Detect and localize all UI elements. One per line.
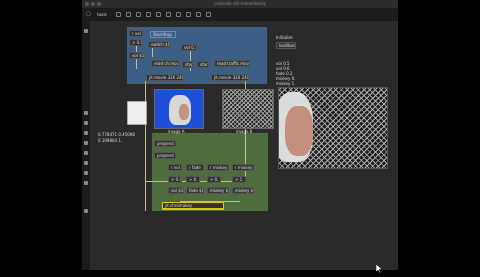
- chromakey-outlet-bar: [162, 208, 224, 210]
- sidebar-audio-icon[interactable]: [84, 151, 88, 155]
- init-message-list: vol 0.5 vol 0.6 fade 0.2 mixkey 0. mixke…: [276, 61, 295, 86]
- jit-movie-a[interactable]: jit.movie 320 240: [146, 74, 184, 81]
- toolbar: ▢ tools: [82, 8, 398, 22]
- number-mixkey-2[interactable]: > 1.: [232, 176, 246, 183]
- sidebar-settings-icon[interactable]: [84, 181, 88, 185]
- new-object-icon[interactable]: [126, 12, 131, 17]
- read-traffic-mov-message[interactable]: read traffic.mov: [214, 60, 250, 67]
- image-b-preview: [222, 89, 274, 129]
- read-ch-mov-message[interactable]: read ch.mov: [151, 60, 179, 67]
- receive-mixkey-1[interactable]: r mixkey: [207, 164, 229, 171]
- number-box[interactable]: > 0.00: [129, 39, 143, 46]
- slider-icon[interactable]: [176, 12, 181, 17]
- loadbang-object[interactable]: loadbang: [276, 42, 296, 49]
- comment-icon[interactable]: [136, 12, 141, 17]
- jit-movie-b[interactable]: jit.movie 320 240: [211, 74, 249, 81]
- sidebar-console-icon[interactable]: [84, 161, 88, 165]
- stop-message[interactable]: stop: [182, 61, 194, 68]
- patcher-window: controlla villi-immediately ▢ tools r vo…: [82, 0, 398, 270]
- title-bar: controlla villi-immediately: [82, 0, 398, 8]
- toggle-icon[interactable]: [166, 12, 171, 17]
- start-message[interactable]: start: [197, 61, 209, 68]
- window-title: controlla villi-immediately: [214, 1, 266, 6]
- sidebar-list-icon[interactable]: [84, 171, 88, 175]
- face-skin-large: [285, 106, 313, 156]
- lock-icon[interactable]: ▢: [86, 12, 91, 17]
- face-skin: [179, 104, 189, 120]
- number-vol[interactable]: > 0.0: [168, 176, 182, 183]
- vol-message[interactable]: vol $1: [129, 52, 145, 59]
- sidebar-help-icon[interactable]: [84, 141, 88, 145]
- output-video: [278, 87, 388, 169]
- sidebar-patch-icon[interactable]: [84, 29, 88, 33]
- patcher-canvas[interactable]: r vol > 0.00 vol $1 StartStop switch $1 …: [90, 21, 398, 270]
- readout-line-1: 0.778471 0.45098: [98, 132, 135, 137]
- receive-vol-object[interactable]: r vol: [129, 30, 143, 37]
- number-mixkey-1[interactable]: > 0.: [207, 176, 221, 183]
- switch-message[interactable]: switch $1: [148, 41, 170, 48]
- receive-fade[interactable]: r fade: [186, 164, 204, 171]
- number-fade[interactable]: > 0.: [186, 176, 200, 183]
- message-icon[interactable]: [156, 12, 161, 17]
- image-a-preview: [154, 89, 204, 129]
- readout-line-2: 0.109804 1.: [98, 138, 123, 143]
- receive-vol[interactable]: r vol: [168, 164, 182, 171]
- image-a-label: image A: [168, 129, 185, 134]
- image-b-label: image B: [236, 129, 253, 134]
- receive-mixkey-2[interactable]: r mixkey: [232, 164, 254, 171]
- sidebar-back-icon[interactable]: [84, 111, 88, 115]
- grid-icon[interactable]: [186, 12, 191, 17]
- sidebar-search-icon[interactable]: [84, 209, 88, 213]
- mixkey-msg-1[interactable]: mixkey $1: [207, 187, 229, 194]
- fade-msg[interactable]: fade $1: [186, 187, 204, 194]
- initialize-comment: Initialize: [276, 35, 293, 40]
- mixkey-msg-2[interactable]: mixkey $1: [232, 187, 254, 194]
- vol-msg[interactable]: vol $1: [168, 187, 184, 194]
- color-swatch[interactable]: [127, 101, 147, 125]
- zoom-icon[interactable]: [116, 12, 121, 17]
- comment-box-icon[interactable]: [196, 12, 201, 17]
- init-mixkey-1: mixkey 1.: [276, 81, 296, 86]
- toolbar-menu-label[interactable]: tools: [97, 12, 107, 17]
- sidebar-forward-icon[interactable]: [84, 121, 88, 125]
- media-icon[interactable]: [206, 12, 211, 17]
- vol-0-1-message[interactable]: vol 0.1: [181, 44, 197, 51]
- prepend-x-object[interactable]: prepend X: [154, 140, 176, 147]
- sidebar-inspect-icon[interactable]: [84, 131, 88, 135]
- left-sidebar: [82, 21, 90, 270]
- prepend-y-object[interactable]: prepend Y: [154, 152, 176, 159]
- object-icon[interactable]: [146, 12, 151, 17]
- startstop-toggle[interactable]: StartStop: [150, 31, 176, 38]
